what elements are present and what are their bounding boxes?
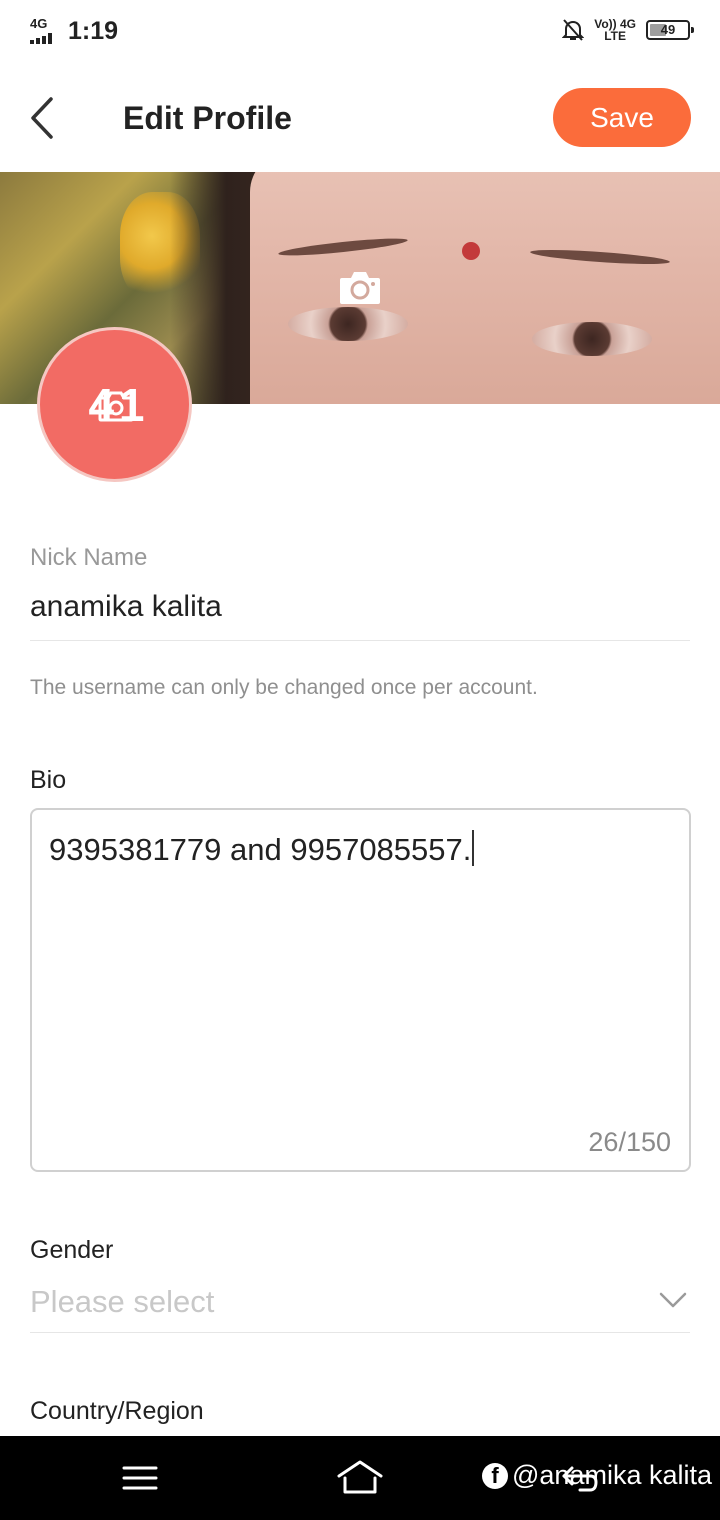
- volte-indicator: Vo)) 4G LTE: [594, 17, 636, 43]
- nickname-field[interactable]: anamika kalita: [30, 590, 222, 624]
- gender-divider: [30, 1332, 690, 1333]
- notifications-off-icon: [562, 19, 585, 41]
- home-icon[interactable]: [335, 1458, 385, 1498]
- bio-textarea[interactable]: 9395381779 and 9957085557. 26/150: [30, 808, 691, 1172]
- bio-char-counter: 26/150: [588, 1127, 671, 1157]
- chevron-left-icon: [31, 97, 53, 139]
- nickname-hint: The username can only be changed once pe…: [30, 676, 538, 699]
- watermark-text: @anamika kalita: [512, 1460, 712, 1490]
- navigation-bar: f @anamika kalita: [0, 1436, 720, 1520]
- save-button[interactable]: Save: [553, 88, 691, 147]
- avatar[interactable]: 4 1: [37, 327, 192, 482]
- gender-placeholder: Please select: [30, 1284, 215, 1319]
- nickname-label: Nick Name: [30, 544, 148, 571]
- back-button[interactable]: [22, 94, 62, 142]
- battery-percent: 49: [660, 22, 676, 37]
- chevron-down-icon: [659, 1292, 687, 1308]
- gender-select[interactable]: Please select: [30, 1280, 690, 1332]
- avatar-camera-icon[interactable]: [98, 390, 134, 422]
- signal-icon: 4G: [30, 16, 62, 44]
- bio-label: Bio: [30, 766, 67, 794]
- header: Edit Profile Save: [0, 64, 720, 172]
- watermark: f @anamika kalita: [482, 1460, 712, 1491]
- nickname-divider: [30, 640, 690, 641]
- status-bar: 4G 1:19 Vo)) 4G LTE 49: [0, 0, 720, 64]
- text-cursor: [472, 830, 475, 866]
- menu-icon[interactable]: [122, 1464, 158, 1492]
- network-type: 4G: [30, 16, 48, 31]
- facebook-icon: f: [482, 1462, 508, 1489]
- gender-label: Gender: [30, 1236, 114, 1264]
- country-label[interactable]: Country/Region: [30, 1397, 204, 1426]
- battery-icon: 49: [646, 20, 694, 40]
- status-right: Vo)) 4G LTE 49: [562, 17, 694, 43]
- page-title: Edit Profile: [123, 100, 292, 136]
- camera-icon[interactable]: [338, 268, 382, 306]
- status-time: 1:19: [68, 17, 119, 45]
- bio-text: 9395381779 and 9957085557.: [49, 830, 475, 868]
